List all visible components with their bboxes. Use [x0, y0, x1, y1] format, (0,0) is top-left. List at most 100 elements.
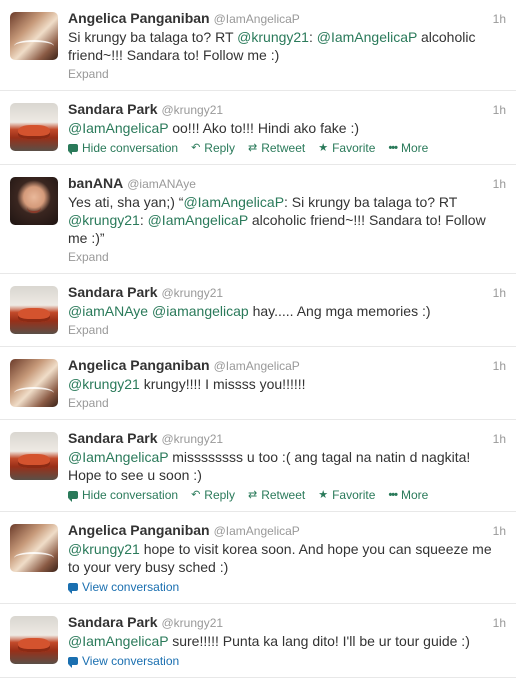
retweet-button[interactable]: ⇄ Retweet: [248, 141, 305, 155]
poster-script-shape: [14, 40, 54, 52]
reply-button[interactable]: ↶ Reply: [191, 141, 235, 155]
timestamp[interactable]: 1h: [493, 103, 506, 117]
hide-conversation-button[interactable]: Hide conversation: [68, 488, 178, 502]
tweet-text: @IamAngelicaP oo!!! Ako to!!! Hindi ako …: [68, 119, 504, 137]
expand-link[interactable]: Expand: [68, 393, 504, 419]
mention-link[interactable]: @IamAngelicaP: [68, 120, 168, 136]
tweet-header: Sandara Park @krungy21: [68, 614, 504, 632]
crab-claw-shape: [18, 125, 50, 139]
username[interactable]: @krungy21: [162, 432, 224, 446]
timestamp[interactable]: 1h: [493, 359, 506, 373]
retweet-icon: ⇄: [247, 142, 258, 154]
expand-link[interactable]: Expand: [68, 247, 504, 273]
view-conversation-label: View conversation: [82, 654, 180, 668]
avatar[interactable]: [10, 524, 58, 572]
mention-link[interactable]: @IamAngelicaP: [68, 633, 168, 649]
tweet-text: @krungy21 krungy!!!! I missss you!!!!!!: [68, 375, 504, 393]
more-button[interactable]: ••• More: [388, 141, 428, 155]
tweet-text-segment: oo!!! Ako to!!! Hindi ako fake :): [168, 120, 359, 136]
username[interactable]: @krungy21: [162, 616, 224, 630]
username[interactable]: @IamAngelicaP: [214, 524, 300, 538]
tweet[interactable]: banANA @iamANAye 1h Yes ati, sha yan;) “@Ia…: [0, 165, 516, 274]
timestamp[interactable]: 1h: [493, 177, 506, 191]
reply-button[interactable]: ↶ Reply: [191, 488, 235, 502]
conversation-icon: [68, 657, 78, 668]
fullname[interactable]: Angelica Panganiban: [68, 10, 210, 26]
tweet-text: @IamAngelicaP sure!!!!! Punta ka lang di…: [68, 632, 504, 650]
username[interactable]: @IamAngelicaP: [214, 359, 300, 373]
tweet-actions: Hide conversation ↶ Reply ⇄ Retweet ★ Favorite…: [68, 484, 504, 511]
mention-link[interactable]: @IamAngelicaP: [148, 212, 248, 228]
avatar[interactable]: [10, 177, 58, 225]
mention-link[interactable]: @IamAngelicaP: [68, 449, 168, 465]
tweet-text-segment: Si krungy ba talaga to? RT: [68, 29, 238, 45]
more-label: More: [401, 488, 429, 502]
mention-link[interactable]: @krungy21: [237, 29, 309, 45]
fullname[interactable]: Sandara Park: [68, 101, 158, 117]
avatar[interactable]: [10, 286, 58, 334]
more-button[interactable]: ••• More: [388, 488, 428, 502]
favorite-label: Favorite: [332, 488, 376, 502]
tweet-text: @krungy21 hope to visit korea soon. And …: [68, 540, 504, 576]
star-icon: ★: [318, 489, 329, 501]
username[interactable]: @krungy21: [162, 103, 224, 117]
tweet-text-segment: Yes ati, sha yan;) “: [68, 194, 184, 210]
avatar[interactable]: [10, 359, 58, 407]
retweet-label: Retweet: [261, 141, 306, 155]
timestamp[interactable]: 1h: [493, 616, 506, 630]
tweet-text-segment: :: [308, 29, 317, 45]
avatar[interactable]: [10, 103, 58, 151]
mention-link[interactable]: @iamangelicap: [152, 303, 249, 319]
tweet-text-segment: sure!!!!! Punta ka lang dito! I'll be ur…: [168, 633, 470, 649]
favorite-label: Favorite: [332, 141, 376, 155]
fullname[interactable]: Angelica Panganiban: [68, 522, 210, 538]
favorite-button[interactable]: ★ Favorite: [318, 488, 375, 502]
timestamp[interactable]: 1h: [493, 432, 506, 446]
mention-link[interactable]: @IamAngelicaP: [183, 194, 284, 210]
hide-conversation-button[interactable]: Hide conversation: [68, 141, 178, 155]
mention-link[interactable]: @krungy21: [68, 212, 140, 228]
tweet[interactable]: Sandara Park @krungy21 1h @iamANAye @iamang…: [0, 274, 516, 347]
tweet[interactable]: Sandara Park @krungy21 1h @IamAngelicaP mis…: [0, 420, 516, 512]
avatar[interactable]: [10, 616, 58, 664]
mention-link[interactable]: @iamANAye: [68, 303, 148, 319]
tweet-text-segment: : Si krungy ba talaga to? RT: [284, 194, 458, 210]
avatar[interactable]: [10, 432, 58, 480]
favorite-button[interactable]: ★ Favorite: [318, 141, 375, 155]
fullname[interactable]: Sandara Park: [68, 430, 158, 446]
reply-arrow-icon: ↶: [191, 489, 201, 501]
star-icon: ★: [318, 142, 329, 154]
retweet-button[interactable]: ⇄ Retweet: [248, 488, 305, 502]
tweet-text: @IamAngelicaP missssssss u too :( ang ta…: [68, 448, 504, 484]
tweet[interactable]: Angelica Panganiban @IamAngelicaP 1h Si kru…: [0, 0, 516, 91]
tweet[interactable]: Angelica Panganiban @IamAngelicaP 1h @krung…: [0, 512, 516, 604]
more-label: More: [401, 141, 429, 155]
view-conversation-link[interactable]: View conversation: [68, 580, 179, 594]
tweet-header: Angelica Panganiban @IamAngelicaP: [68, 522, 504, 540]
fullname[interactable]: Angelica Panganiban: [68, 357, 210, 373]
username[interactable]: @IamAngelicaP: [214, 12, 300, 26]
crab-claw-shape: [18, 638, 50, 652]
username[interactable]: @iamANAye: [127, 177, 196, 191]
timestamp[interactable]: 1h: [493, 12, 506, 26]
tweet[interactable]: Angelica Panganiban @IamAngelicaP 1h @krung…: [0, 347, 516, 420]
expand-link[interactable]: Expand: [68, 320, 504, 346]
view-conversation-link[interactable]: View conversation: [68, 654, 179, 668]
mention-link[interactable]: @krungy21: [68, 376, 140, 392]
tweet[interactable]: Sandara Park @krungy21 1h @IamAngelicaP oo!…: [0, 91, 516, 165]
timestamp[interactable]: 1h: [493, 286, 506, 300]
conversation-icon: [68, 583, 78, 594]
fullname[interactable]: Sandara Park: [68, 284, 158, 300]
fullname[interactable]: banANA: [68, 175, 123, 191]
fullname[interactable]: Sandara Park: [68, 614, 158, 630]
hide-label: Hide conversation: [82, 488, 179, 502]
tweet-stream: Angelica Panganiban @IamAngelicaP 1h Si kru…: [0, 0, 516, 678]
timestamp[interactable]: 1h: [493, 524, 506, 538]
mention-link[interactable]: @IamAngelicaP: [317, 29, 417, 45]
avatar[interactable]: [10, 12, 58, 60]
tweet[interactable]: Sandara Park @krungy21 1h @IamAngelicaP sur…: [0, 604, 516, 678]
mention-link[interactable]: @krungy21: [68, 541, 140, 557]
username[interactable]: @krungy21: [162, 286, 224, 300]
expand-link[interactable]: Expand: [68, 64, 504, 90]
tweet-text-segment: krungy!!!! I missss you!!!!!!: [139, 376, 306, 392]
